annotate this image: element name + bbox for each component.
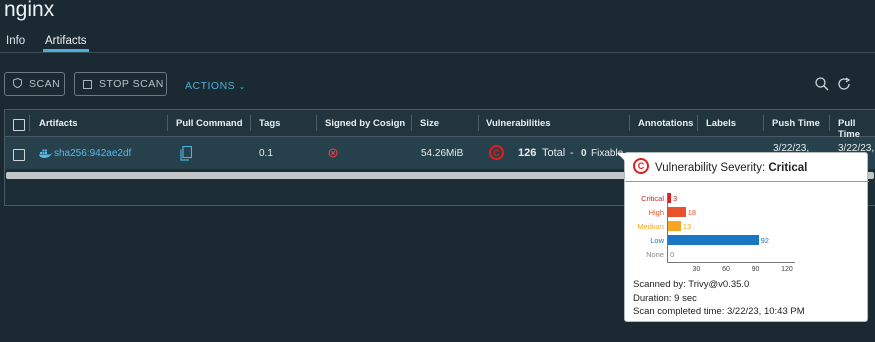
chart-x-axis (667, 262, 795, 263)
chart-x-tick-label: 30 (692, 266, 701, 273)
chart-x-tick-label: 60 (722, 266, 730, 273)
not-signed-icon (328, 148, 338, 161)
column-header-size[interactable]: Size (420, 118, 439, 129)
column-header-labels[interactable]: Labels (706, 118, 736, 129)
stop-scan-label: STOP SCAN (99, 78, 164, 90)
select-all-checkbox[interactable] (13, 119, 25, 131)
chevron-down-icon: ⌄ (238, 82, 246, 91)
vulnerability-fixable-count: 0 (581, 148, 587, 159)
column-separator (29, 115, 30, 131)
chart-bar-high (668, 207, 686, 217)
datagrid-header: Artifacts Pull Command Tags Signed by Co… (5, 110, 875, 140)
chart-value-label-critical: 3 (672, 194, 678, 203)
chart-category-label-critical: Critical (641, 194, 664, 203)
chart-value-label-high: 18 (687, 208, 697, 217)
chart-bar-low (668, 235, 759, 245)
tag-value: 0.1 (259, 148, 273, 159)
chart-category-label-none: None (646, 250, 664, 259)
chart-bar-medium (668, 221, 681, 231)
chart-category-label-high: High (648, 208, 664, 217)
column-separator (167, 115, 168, 131)
tab-info[interactable]: Info (6, 35, 25, 47)
column-separator (411, 115, 412, 131)
chart-value-label-medium: 13 (682, 222, 692, 231)
stop-icon (83, 79, 92, 89)
search-icon[interactable] (815, 77, 829, 94)
chart-value-label-none: 0 (670, 250, 675, 259)
chart-value-label-low: 92 (760, 236, 769, 245)
column-separator (697, 115, 698, 131)
vulnerability-separator: - (570, 147, 574, 159)
stop-scan-button[interactable]: STOP SCAN (74, 72, 167, 96)
vulnerability-severity-popover: C Vulnerability Severity: Critical Criti… (617, 152, 869, 322)
chart-category-label-low: Low (650, 236, 664, 245)
column-header-pull-command[interactable]: Pull Command (176, 118, 243, 129)
vulnerability-total-count: 126 (518, 147, 537, 159)
column-separator (629, 115, 630, 131)
column-header-tags[interactable]: Tags (259, 118, 280, 129)
scan-duration-text: Duration: 9 sec (633, 293, 697, 304)
column-header-annotations[interactable]: Annotations (638, 118, 693, 129)
tab-bar: Info Artifacts (0, 35, 875, 53)
size-value: 54.26MiB (421, 148, 464, 159)
column-separator (316, 115, 317, 131)
severity-bar-chart: Critical 3 High 18 Medium 13 Low 92 None 0 30 60 90 1… (625, 153, 869, 283)
tab-artifacts[interactable]: Artifacts (43, 35, 89, 52)
scanned-by-text: Scanned by: Trivy@v0.35.0 (633, 279, 750, 290)
artifact-digest-link[interactable]: sha256:942ae2df (54, 148, 131, 159)
column-separator (478, 115, 479, 131)
scan-button[interactable]: SCAN (4, 72, 65, 96)
chart-x-tick-label: 90 (751, 266, 760, 273)
actions-label: ACTIONS (185, 80, 236, 92)
actions-dropdown[interactable]: ACTIONS ⌄ (185, 80, 246, 92)
docker-icon (39, 148, 52, 161)
row-checkbox[interactable] (13, 149, 25, 161)
column-header-artifacts[interactable]: Artifacts (39, 118, 78, 129)
chart-category-label-medium: Medium (637, 222, 664, 231)
chart-bar-critical (668, 193, 671, 203)
vulnerability-total-label: Total (542, 147, 566, 159)
column-header-push-time[interactable]: Push Time (772, 118, 820, 129)
shield-icon (13, 77, 22, 91)
chart-x-tick-label: 120 (781, 266, 793, 273)
column-separator (763, 115, 764, 131)
column-header-signed-by-cosign[interactable]: Signed by Cosign (325, 118, 405, 129)
refresh-icon[interactable] (838, 77, 851, 94)
page-title: nginx (4, 0, 55, 21)
column-separator (250, 115, 251, 131)
scan-completed-time-text: Scan completed time: 3/22/23, 10:43 PM (633, 306, 805, 317)
column-header-vulnerabilities[interactable]: Vulnerabilities (486, 118, 551, 129)
column-separator (829, 115, 830, 131)
copy-icon[interactable] (180, 145, 193, 164)
critical-severity-icon[interactable]: C (489, 145, 504, 160)
scan-label: SCAN (29, 78, 61, 90)
